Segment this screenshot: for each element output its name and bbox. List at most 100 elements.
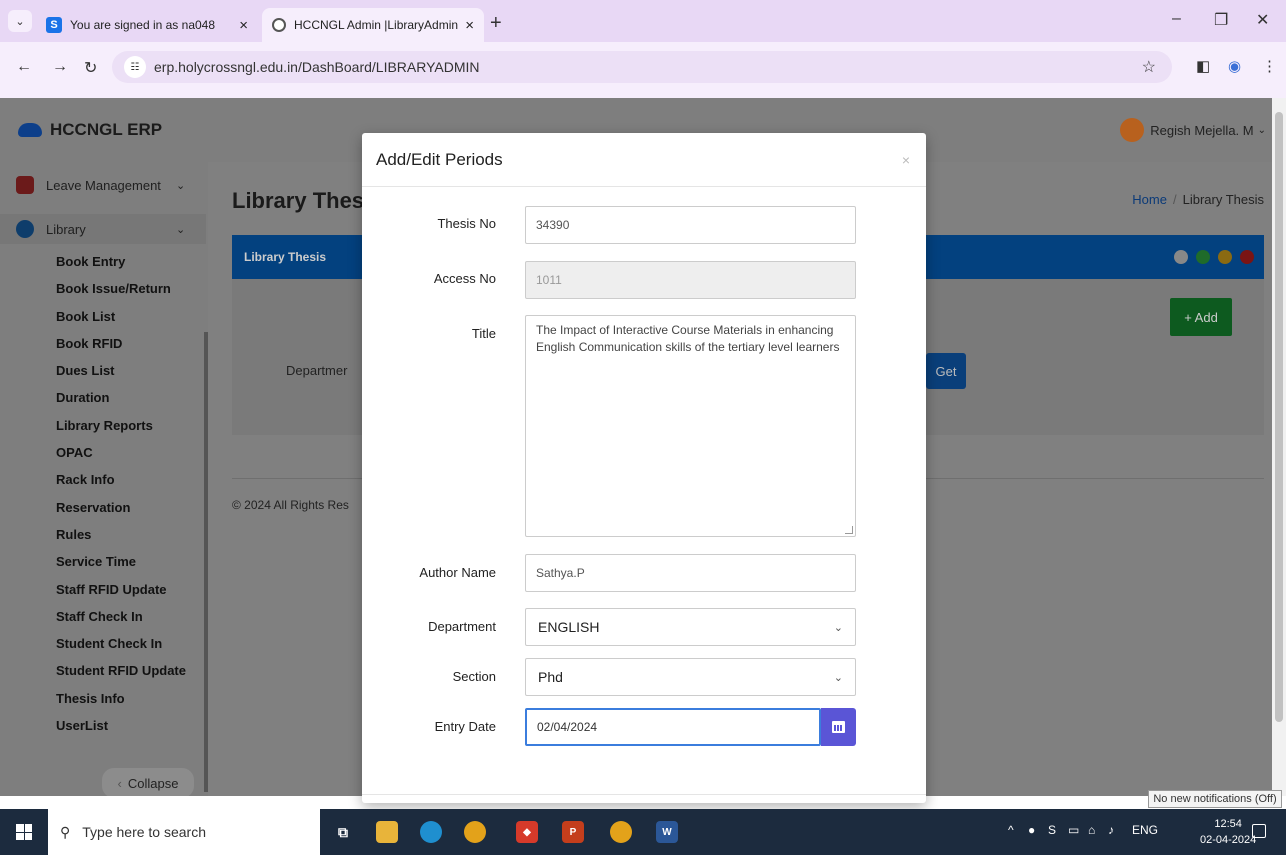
edge-icon[interactable] <box>420 821 442 843</box>
sidebar-item-staff-check-in[interactable]: Staff Check In <box>56 609 186 636</box>
thesis-no-input[interactable]: 34390 <box>525 206 856 244</box>
resize-handle-icon[interactable] <box>845 526 853 534</box>
tray-chevron-up-icon[interactable]: ^ <box>1008 823 1014 837</box>
system-clock[interactable]: 12:54 02-04-2024 <box>1200 816 1256 848</box>
chrome-icon[interactable] <box>464 821 486 843</box>
close-panel-icon[interactable] <box>1240 250 1254 264</box>
sidebar-item-rules[interactable]: Rules <box>56 527 186 554</box>
sidebar: Leave Management ⌄ Library ⌄ Book Entry … <box>0 162 208 796</box>
reload-icon[interactable]: ↻ <box>84 58 97 78</box>
search-icon: ⚲ <box>60 823 71 840</box>
tab-search-button[interactable]: ⌄ <box>8 10 32 32</box>
chevron-down-icon: ⌄ <box>1257 124 1266 136</box>
sidebar-item-reservation[interactable]: Reservation <box>56 500 186 527</box>
notification-center-icon[interactable] <box>1252 824 1266 838</box>
sidebar-item-opac[interactable]: OPAC <box>56 445 186 472</box>
tray-s-icon[interactable]: S <box>1048 823 1056 837</box>
browser-tab-admin[interactable]: HCCNGL Admin |LibraryAdmin × <box>262 8 484 42</box>
site-info-icon[interactable]: ☷ <box>124 56 146 78</box>
sidebar-item-student-check-in[interactable]: Student Check In <box>56 636 186 663</box>
restore-icon[interactable]: ❐ <box>1214 10 1228 30</box>
sidebar-item-label: Library <box>46 221 86 237</box>
brand-logo[interactable]: HCCNGL ERP <box>18 120 162 140</box>
sidebar-item-thesis-info[interactable]: Thesis Info <box>56 691 186 718</box>
sidebar-item-dues-list[interactable]: Dues List <box>56 363 186 390</box>
chevron-down-icon: ⌄ <box>833 621 843 634</box>
user-menu[interactable]: Regish Mejella. M ⌄ <box>1120 118 1266 142</box>
breadcrumb-current: Library Thesis <box>1182 192 1264 207</box>
anydesk-icon[interactable]: ◆ <box>516 821 538 843</box>
department-filter-label: Departmer <box>286 363 348 378</box>
profile-icon[interactable]: ◉ <box>1228 57 1241 75</box>
volume-icon[interactable]: ♪ <box>1108 823 1114 837</box>
address-bar[interactable]: ☷ erp.holycrossngl.edu.in/DashBoard/LIBR… <box>112 51 1172 83</box>
date-picker-button[interactable] <box>821 708 856 746</box>
sidebar-item-service-time[interactable]: Service Time <box>56 554 186 581</box>
notification-tooltip: No new notifications (Off) <box>1148 790 1282 808</box>
library-submenu: Book Entry Book Issue/Return Book List B… <box>56 254 186 745</box>
author-name-label: Author Name <box>419 565 496 580</box>
search-placeholder: Type here to search <box>82 824 207 840</box>
sidebar-item-library[interactable]: Library ⌄ <box>16 220 185 238</box>
sidebar-item-duration[interactable]: Duration <box>56 390 186 417</box>
page-scrollbar[interactable] <box>1272 98 1286 796</box>
new-tab-button[interactable]: + <box>490 12 502 35</box>
sidebar-item-book-list[interactable]: Book List <box>56 309 186 336</box>
sidebar-item-staff-rfid-update[interactable]: Staff RFID Update <box>56 582 186 609</box>
collapse-button[interactable]: ‹ Collapse <box>102 768 194 796</box>
tray-app-icon[interactable]: ● <box>1028 823 1035 837</box>
more-menu-icon[interactable]: ⋮ <box>1262 57 1277 75</box>
close-tab-icon[interactable]: × <box>239 17 248 34</box>
department-select[interactable]: ENGLISH ⌄ <box>525 608 856 646</box>
section-select[interactable]: Phd ⌄ <box>525 658 856 696</box>
close-window-icon[interactable]: ✕ <box>1256 10 1269 30</box>
avatar <box>1120 118 1145 142</box>
chevron-down-icon: ⌄ <box>176 223 186 236</box>
network-icon[interactable]: ⌂ <box>1088 823 1095 837</box>
back-icon[interactable]: ← <box>16 58 32 76</box>
tray-battery-icon[interactable]: ▭ <box>1068 823 1079 837</box>
forward-icon[interactable]: → <box>52 58 68 76</box>
collapse-label: Collapse <box>127 775 179 791</box>
sidebar-item-library-reports[interactable]: Library Reports <box>56 418 186 445</box>
user-name: Regish Mejella. M <box>1150 122 1254 138</box>
sidebar-item-userlist[interactable]: UserList <box>56 718 186 745</box>
title-label: Title <box>471 326 496 341</box>
file-explorer-icon[interactable] <box>376 821 398 843</box>
get-button[interactable]: Get <box>926 353 966 389</box>
minimize-icon[interactable]: – <box>1172 10 1181 28</box>
access-no-label: Access No <box>433 271 496 286</box>
close-icon[interactable]: × <box>902 152 910 168</box>
sidebar-item-label: Leave Management <box>46 177 161 193</box>
entry-date-input[interactable]: 02/04/2024 <box>525 708 821 746</box>
side-panel-icon[interactable]: ◧ <box>1196 57 1210 75</box>
sidebar-item-rack-info[interactable]: Rack Info <box>56 472 186 499</box>
refresh-icon[interactable] <box>1196 250 1210 264</box>
brand-name: HCCNGL ERP <box>50 120 163 139</box>
minimize-panel-icon[interactable] <box>1218 250 1232 264</box>
add-button[interactable]: + Add <box>1170 298 1232 336</box>
sidebar-item-book-rfid[interactable]: Book RFID <box>56 336 186 363</box>
scrollbar-thumb[interactable] <box>1275 112 1283 722</box>
bookmark-star-icon[interactable]: ☆ <box>1142 57 1156 77</box>
sidebar-item-leave-management[interactable]: Leave Management ⌄ <box>16 176 185 194</box>
expand-icon[interactable] <box>1174 250 1188 264</box>
sidebar-item-book-issue-return[interactable]: Book Issue/Return <box>56 281 186 308</box>
powerpoint-icon[interactable]: P <box>562 821 584 843</box>
breadcrumb-separator: / <box>1172 192 1177 207</box>
browser-tab-signed-in[interactable]: S You are signed in as na048 × <box>36 8 258 42</box>
windows-start-icon[interactable] <box>16 824 32 840</box>
title-textarea[interactable]: The Impact of Interactive Course Materia… <box>525 315 856 537</box>
close-tab-icon[interactable]: × <box>465 17 474 34</box>
taskbar-search[interactable]: ⚲ Type here to search <box>48 809 320 855</box>
library-icon <box>16 220 34 238</box>
chevron-left-icon: ‹ <box>117 775 122 791</box>
sidebar-item-book-entry[interactable]: Book Entry <box>56 254 186 281</box>
language-indicator[interactable]: ENG <box>1132 823 1158 837</box>
breadcrumb-home[interactable]: Home <box>1132 192 1167 207</box>
word-icon[interactable]: W <box>656 821 678 843</box>
sidebar-item-student-rfid-update[interactable]: Student RFID Update <box>56 663 186 690</box>
author-name-input[interactable]: Sathya.P <box>525 554 856 592</box>
chrome-profile-icon[interactable] <box>610 821 632 843</box>
task-view-icon[interactable]: ⧉ <box>332 821 354 843</box>
